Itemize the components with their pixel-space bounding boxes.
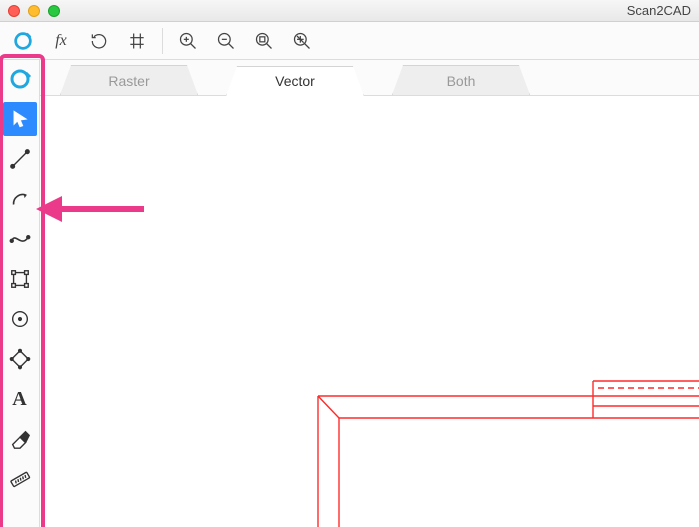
align-icon[interactable] [122,26,152,56]
window-controls [8,5,60,17]
tab-label: Raster [108,73,149,89]
drawing-canvas[interactable] [40,96,699,527]
maximize-icon[interactable] [48,5,60,17]
close-icon[interactable] [8,5,20,17]
arc-tool-icon[interactable] [3,182,37,216]
bezier-tool-icon[interactable] [3,222,37,256]
tab-both[interactable]: Both [392,65,530,95]
app-window: Scan2CAD fx [0,0,699,527]
fx-label: fx [55,32,67,50]
top-toolbar: fx [0,22,699,60]
refresh-icon[interactable] [84,26,114,56]
titlebar: Scan2CAD [0,0,699,22]
line-tool-icon[interactable] [3,142,37,176]
measure-tool-icon[interactable] [3,462,37,496]
tab-label: Both [447,73,476,89]
tab-vector[interactable]: Vector [226,66,364,96]
tool-column-wrap: A [0,60,40,527]
tab-raster[interactable]: Raster [60,65,198,95]
app-title: Scan2CAD [627,3,691,18]
zoom-in-icon[interactable] [173,26,203,56]
toolbar-separator [162,28,163,54]
view-tabbar: Raster Vector Both [40,60,699,96]
fx-icon[interactable]: fx [46,26,76,56]
tool-column: A [0,60,40,527]
eraser-tool-icon[interactable] [3,422,37,456]
cad-drawing [263,376,699,527]
zoom-extend-icon[interactable] [287,26,317,56]
rectangle-tool-icon[interactable] [3,262,37,296]
circle-tool-icon[interactable] [3,302,37,336]
text-tool-glyph: A [12,388,26,411]
minimize-icon[interactable] [28,5,40,17]
app-logo-icon[interactable] [3,62,37,96]
zoom-fit-icon[interactable] [249,26,279,56]
logo-icon[interactable] [8,26,38,56]
zoom-out-icon[interactable] [211,26,241,56]
content-area: Raster Vector Both [40,60,699,527]
polygon-tool-icon[interactable] [3,342,37,376]
tab-label: Vector [275,73,315,89]
select-tool-icon[interactable] [3,102,37,136]
text-tool-icon[interactable]: A [3,382,37,416]
